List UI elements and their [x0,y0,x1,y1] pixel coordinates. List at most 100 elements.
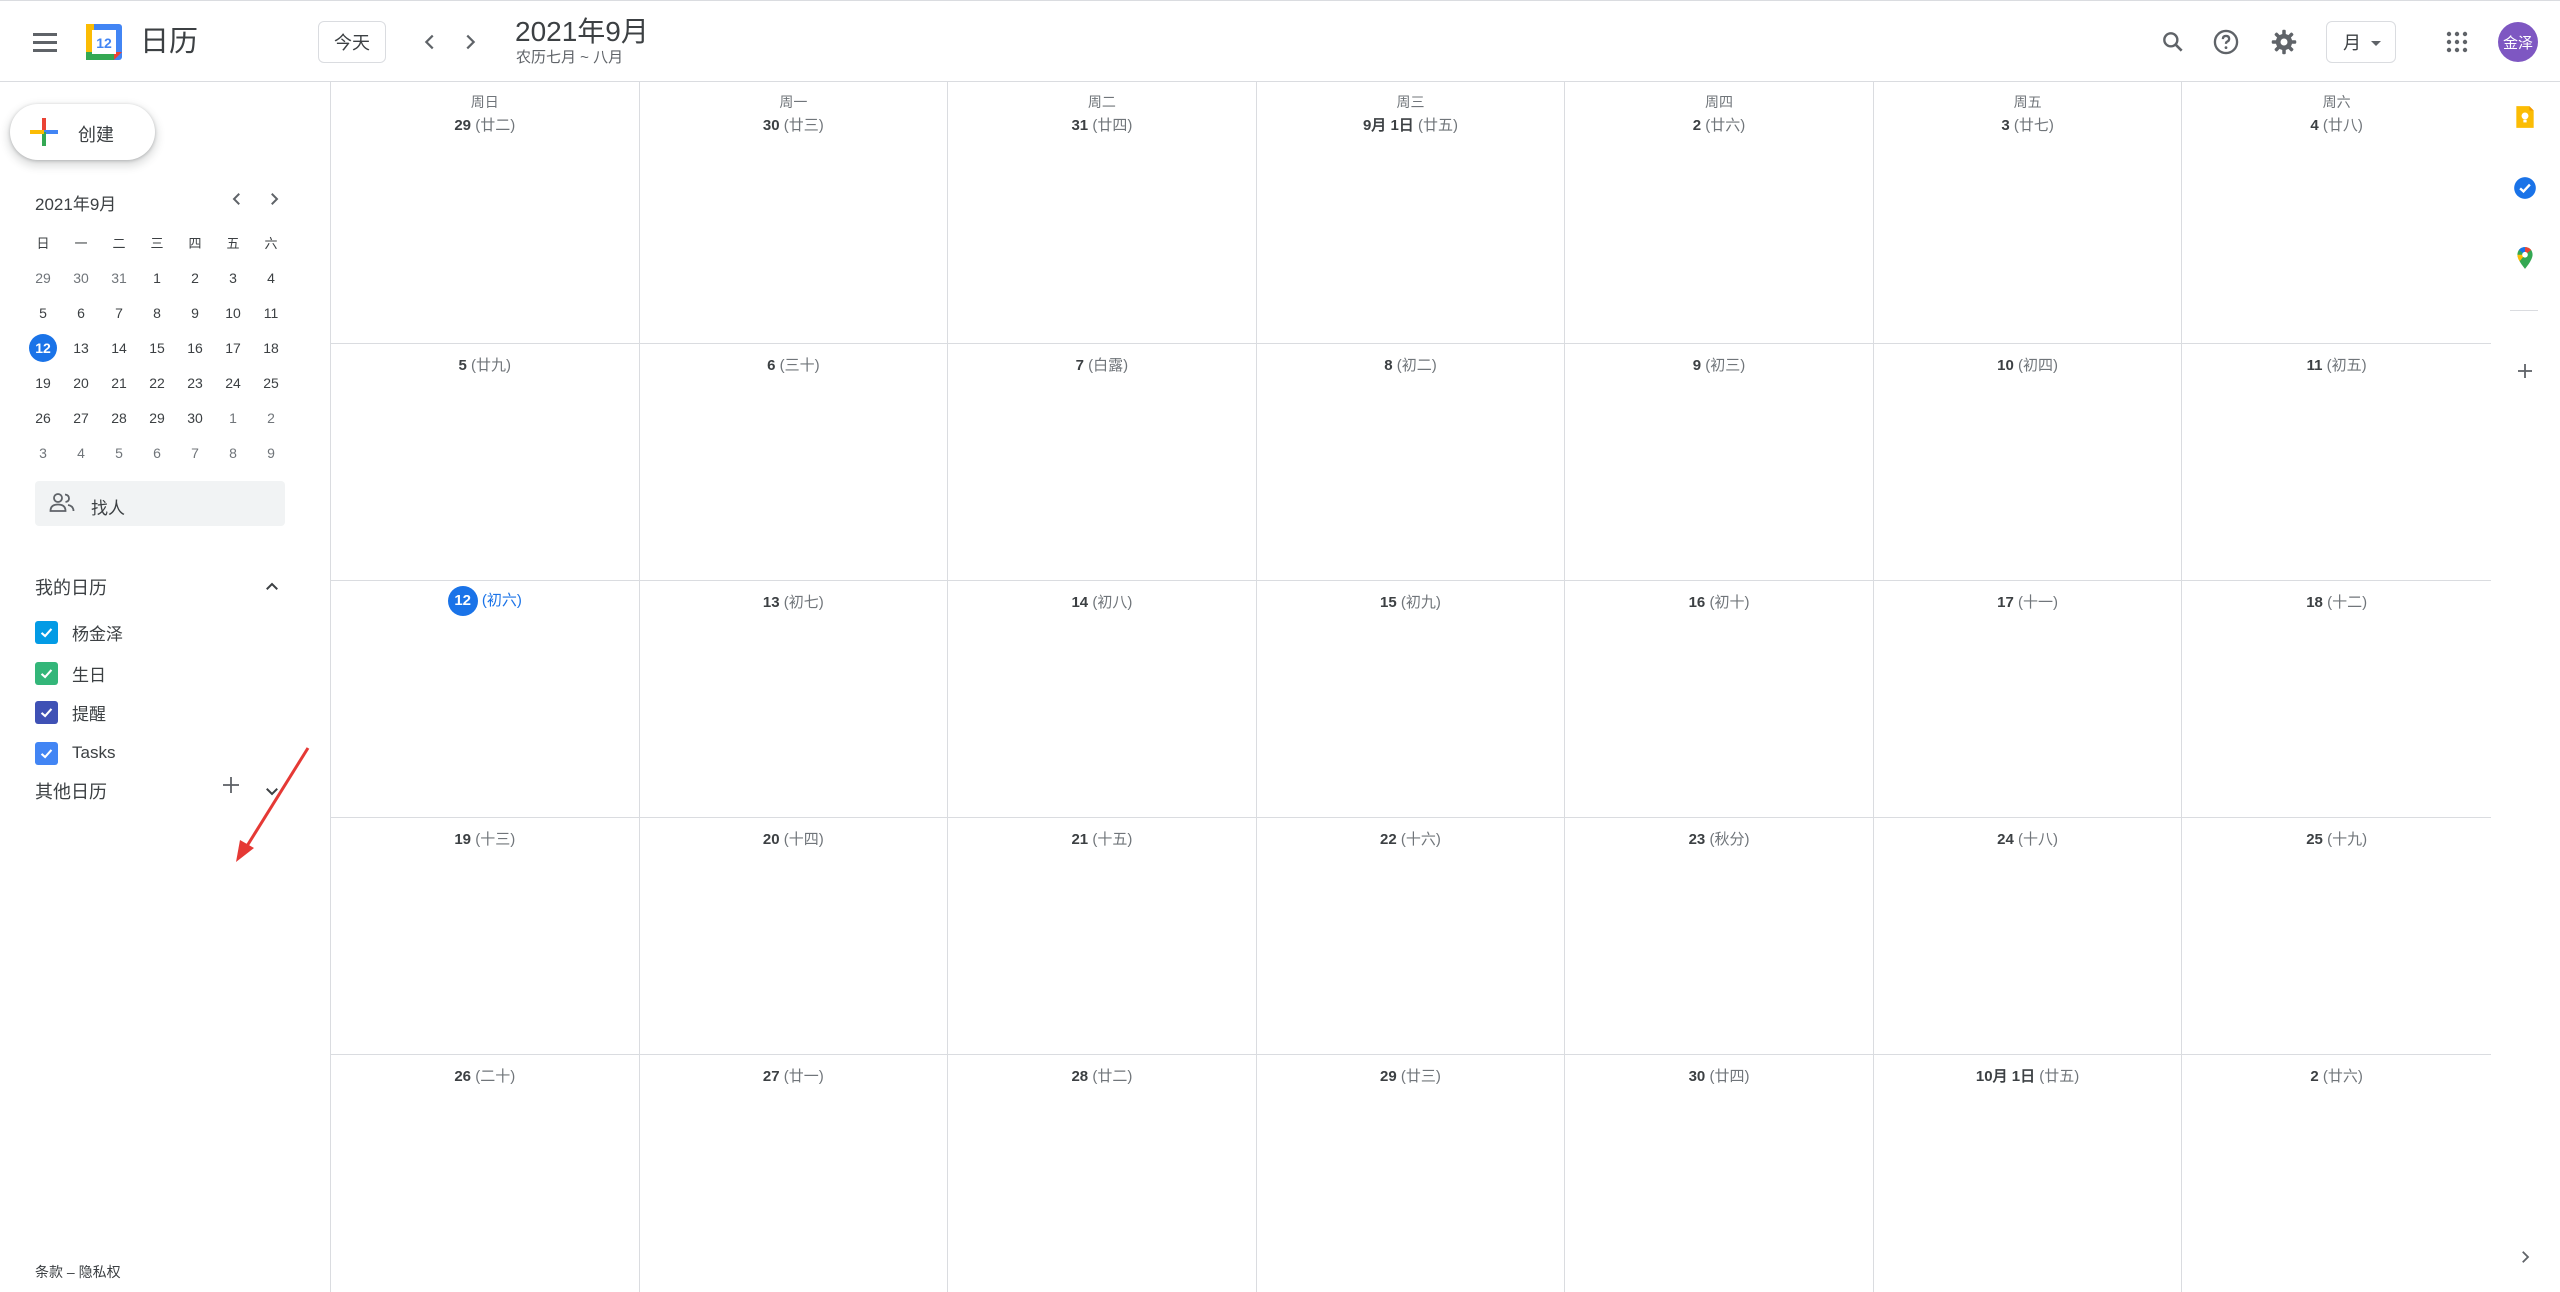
other-calendars-toggle[interactable] [259,778,285,804]
date-number[interactable]: 28 [1071,1068,1088,1085]
mini-calendar-day[interactable]: 24 [214,365,252,400]
day-cell[interactable]: 9 (初三) [1565,344,1874,580]
find-people-search[interactable]: 找人 [35,481,285,526]
date-number[interactable]: 6 [767,357,775,374]
mini-calendar-day[interactable]: 28 [100,400,138,435]
calendar-checkbox[interactable] [35,620,58,644]
mini-calendar-day[interactable]: 9 [176,295,214,330]
main-menu-button[interactable] [26,23,64,61]
previous-month-button[interactable] [413,25,447,59]
day-cell[interactable]: 24 (十八) [1874,818,2183,1054]
date-number[interactable]: 2 [1693,117,1701,134]
mini-calendar-day[interactable]: 1 [214,400,252,435]
create-event-button[interactable]: 创建 [10,104,155,160]
date-number[interactable]: 9 [1693,357,1701,374]
mini-calendar-day[interactable]: 30 [62,260,100,295]
mini-calendar-day[interactable]: 13 [62,330,100,365]
date-number[interactable]: 9月 1日 [1363,117,1414,134]
mini-calendar-day[interactable]: 23 [176,365,214,400]
date-number[interactable]: 2 [2310,1068,2318,1085]
day-cell[interactable]: 5 (廿九) [331,344,640,580]
mini-calendar-day[interactable]: 6 [62,295,100,330]
day-cell[interactable]: 10 (初四) [1874,344,2183,580]
mini-calendar-day[interactable]: 27 [62,400,100,435]
calendar-checkbox[interactable] [35,661,58,685]
mini-calendar-prev-button[interactable] [222,184,252,214]
mini-calendar-day[interactable]: 1 [138,260,176,295]
date-number[interactable]: 19 [454,831,471,848]
expand-side-panel-button[interactable] [2506,1238,2544,1276]
calendar-item[interactable]: 杨金泽 [35,617,123,647]
date-number[interactable]: 30 [1689,1068,1706,1085]
day-cell[interactable]: 周日 29 (廿二) [331,82,640,343]
date-number[interactable]: 8 [1384,357,1392,374]
day-cell[interactable]: 23 (秋分) [1565,818,1874,1054]
mini-calendar-day[interactable]: 22 [138,365,176,400]
help-button[interactable] [2207,23,2245,61]
mini-calendar-next-button[interactable] [259,184,289,214]
mini-calendar-day[interactable]: 14 [100,330,138,365]
day-cell[interactable]: 周一 30 (廿三) [640,82,949,343]
mini-calendar-day[interactable]: 15 [138,330,176,365]
day-cell[interactable]: 26 (二十) [331,1055,640,1292]
day-cell[interactable]: 27 (廿一) [640,1055,949,1292]
day-cell[interactable]: 周四 2 (廿六) [1565,82,1874,343]
mini-calendar-day[interactable]: 17 [214,330,252,365]
day-cell[interactable]: 7 (白露) [948,344,1257,580]
mini-calendar-day[interactable]: 25 [252,365,290,400]
date-number[interactable]: 25 [2306,831,2323,848]
date-number[interactable]: 20 [763,831,780,848]
calendar-checkbox[interactable] [35,700,58,724]
calendar-item[interactable]: Tasks [35,738,115,768]
day-cell[interactable]: 22 (十六) [1257,818,1566,1054]
date-number[interactable]: 24 [1997,831,2014,848]
calendar-item[interactable]: 生日 [35,658,106,688]
mini-calendar-day[interactable]: 3 [214,260,252,295]
day-cell[interactable]: 28 (廿二) [948,1055,1257,1292]
terms-link[interactable]: 条款 [35,1264,63,1280]
day-cell[interactable]: 20 (十四) [640,818,949,1054]
add-other-calendar-button[interactable] [218,772,244,798]
date-number[interactable]: 26 [454,1068,471,1085]
mini-calendar-day[interactable]: 9 [252,435,290,470]
privacy-link[interactable]: 隐私权 [79,1264,121,1280]
mini-calendar-day[interactable]: 11 [252,295,290,330]
mini-calendar-day[interactable]: 21 [100,365,138,400]
calendar-logo-icon[interactable]: 12 [84,22,124,62]
mini-calendar-day[interactable]: 10 [214,295,252,330]
mini-calendar-day[interactable]: 4 [252,260,290,295]
date-number[interactable]: 30 [763,117,780,134]
day-cell[interactable]: 8 (初二) [1257,344,1566,580]
mini-calendar-day[interactable]: 7 [176,435,214,470]
date-number[interactable]: 10月 1日 [1976,1068,2035,1085]
today-button[interactable]: 今天 [318,21,386,63]
mini-calendar-day[interactable]: 2 [176,260,214,295]
date-number[interactable]: 17 [1997,594,2014,611]
mini-calendar-day[interactable]: 29 [24,260,62,295]
date-number[interactable]: 7 [1076,357,1084,374]
next-month-button[interactable] [453,25,487,59]
day-cell[interactable]: 周五 3 (廿七) [1874,82,2183,343]
today-date-number[interactable]: 12 [447,586,478,616]
mini-calendar-day[interactable]: 19 [24,365,62,400]
mini-calendar-day[interactable]: 3 [24,435,62,470]
date-number[interactable]: 23 [1689,831,1706,848]
day-cell[interactable]: 17 (十一) [1874,581,2183,817]
date-number[interactable]: 14 [1071,594,1088,611]
mini-calendar-day[interactable]: 5 [24,295,62,330]
day-cell[interactable]: 29 (廿三) [1257,1055,1566,1292]
maps-button[interactable] [2506,239,2544,277]
mini-calendar-day[interactable]: 8 [214,435,252,470]
mini-calendar-day[interactable]: 20 [62,365,100,400]
day-cell[interactable]: 18 (十二) [2182,581,2491,817]
day-cell[interactable]: 25 (十九) [2182,818,2491,1054]
account-avatar[interactable]: 金泽 [2498,22,2538,62]
mini-calendar-day[interactable]: 29 [138,400,176,435]
mini-calendar-day[interactable]: 5 [100,435,138,470]
mini-calendar-day[interactable]: 2 [252,400,290,435]
day-cell[interactable]: 15 (初九) [1257,581,1566,817]
day-cell[interactable]: 6 (三十) [640,344,949,580]
day-cell[interactable]: 2 (廿六) [2182,1055,2491,1292]
day-cell[interactable]: 16 (初十) [1565,581,1874,817]
mini-calendar-today[interactable]: 12 [24,330,62,365]
